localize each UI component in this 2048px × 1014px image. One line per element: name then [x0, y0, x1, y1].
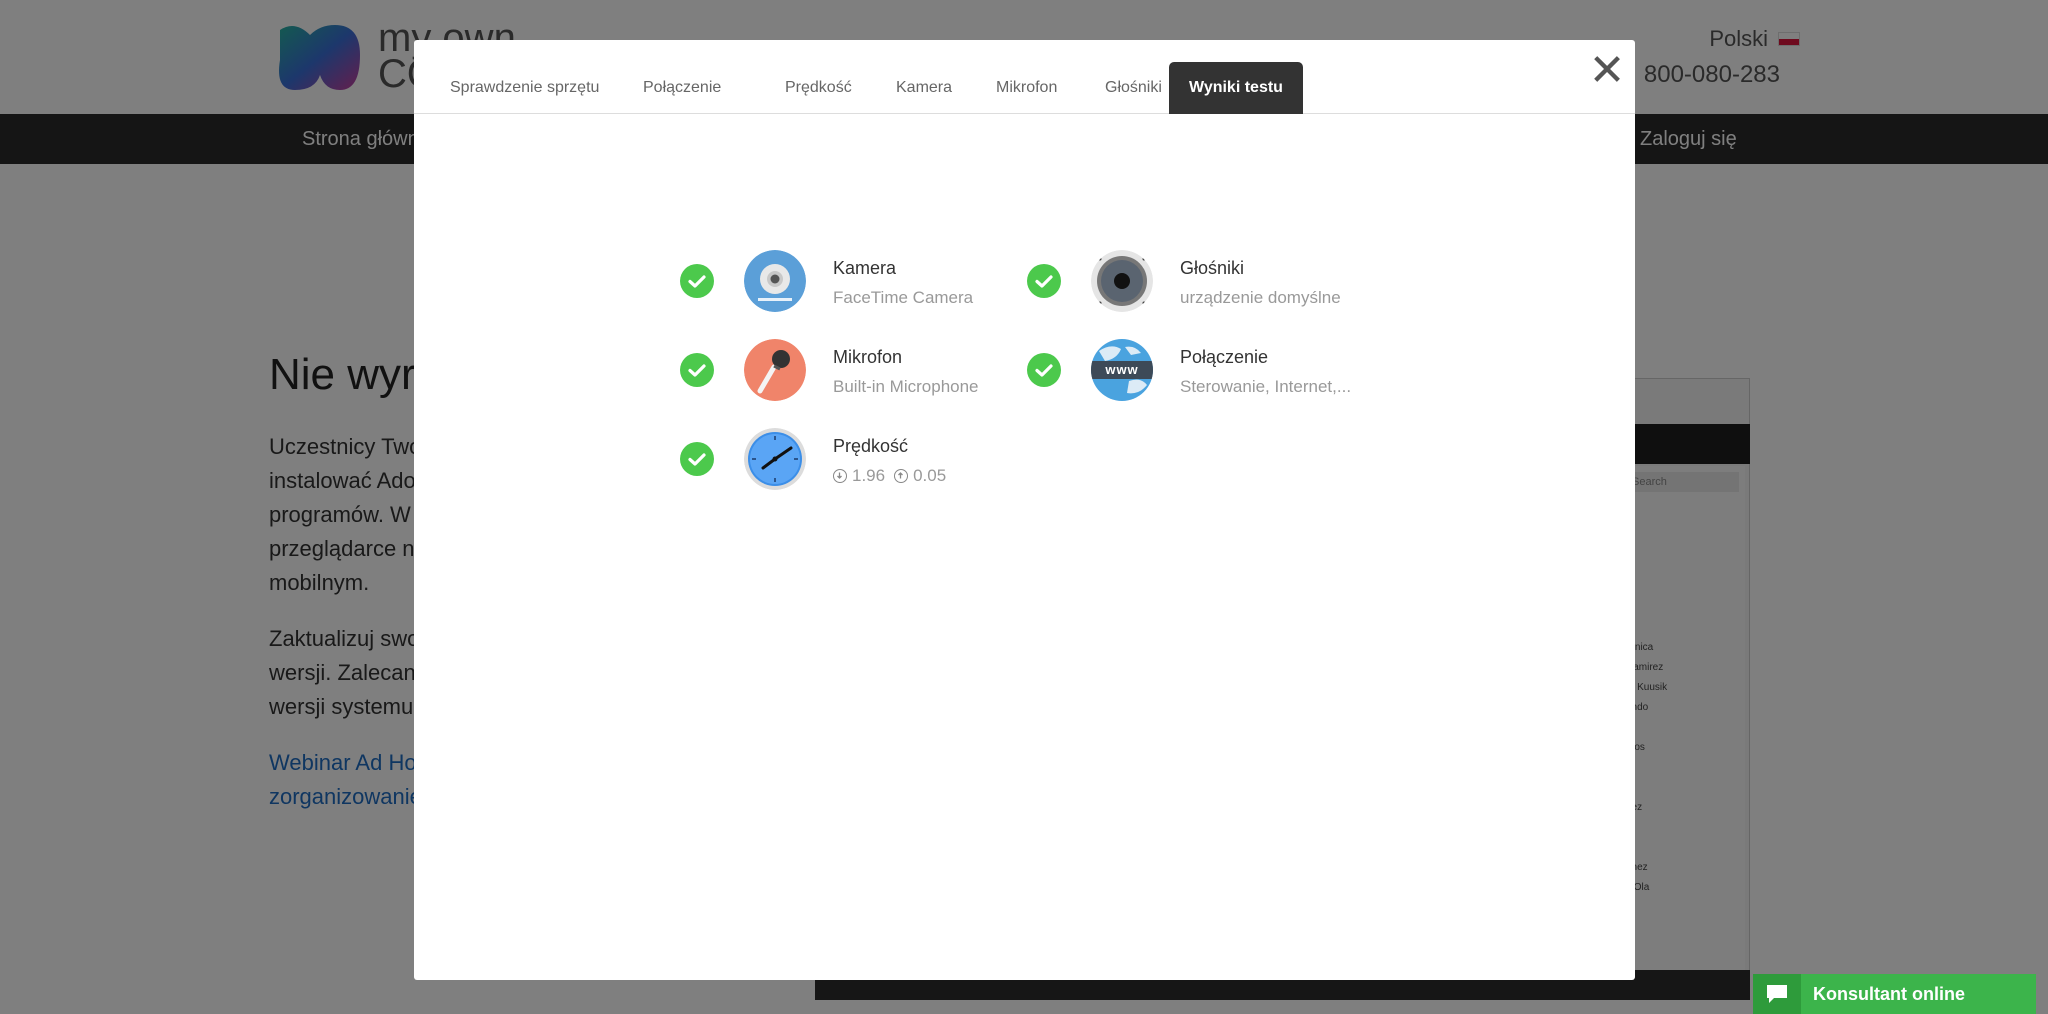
- webcam-icon: [744, 250, 806, 312]
- chat-label: Konsultant online: [1813, 983, 1965, 1004]
- check-icon: [680, 264, 714, 298]
- check-icon: [1027, 264, 1061, 298]
- speakers-device: urządzenie domyślne: [1180, 288, 1341, 307]
- connection-details: Sterowanie, Internet,...: [1180, 377, 1352, 396]
- tab-speed[interactable]: Prędkość: [765, 62, 872, 114]
- tab-camera[interactable]: Kamera: [876, 62, 972, 114]
- device-test-modal: Sprawdzenie sprzętu Połączenie Prędkość …: [414, 40, 1635, 980]
- tab-hardware-check[interactable]: Sprawdzenie sprzętu: [430, 62, 619, 114]
- tab-test-results[interactable]: Wyniki testu: [1169, 62, 1303, 114]
- result-camera: Kamera FaceTime Camera: [680, 246, 1020, 316]
- download-speed: 1.96: [852, 466, 886, 485]
- result-speed: Prędkość 1.96 0.05: [680, 424, 1020, 494]
- speakers-title: Głośniki: [1180, 258, 1245, 278]
- download-icon: [833, 469, 847, 483]
- result-connection: www Połączenie Sterowanie, Internet,...: [1027, 335, 1367, 405]
- chat-consultant-button[interactable]: Konsultant online: [1753, 974, 2036, 1014]
- upload-icon: [894, 469, 909, 483]
- chat-bubble-icon: [1753, 974, 1801, 1014]
- check-icon: [680, 353, 714, 387]
- check-icon: [680, 442, 714, 476]
- microphone-device: Built-in Microphone: [833, 377, 979, 396]
- close-icon[interactable]: ✕: [1586, 49, 1628, 93]
- modal-tabs: Sprawdzenie sprzętu Połączenie Prędkość …: [414, 40, 1635, 114]
- speaker-icon: [1091, 250, 1153, 312]
- result-microphone: Mikrofon Built-in Microphone: [680, 335, 1020, 405]
- speed-values: 1.96 0.05: [833, 466, 946, 486]
- speed-title: Prędkość: [833, 436, 909, 456]
- tab-speakers[interactable]: Głośniki: [1085, 62, 1182, 114]
- connection-title: Połączenie: [1180, 347, 1269, 367]
- check-icon: [1027, 353, 1061, 387]
- camera-device: FaceTime Camera: [833, 288, 974, 307]
- microphone-icon: [744, 339, 806, 401]
- upload-speed: 0.05: [913, 466, 947, 485]
- speedometer-icon: [744, 428, 806, 490]
- globe-www-icon: www: [1091, 339, 1153, 401]
- camera-title: Kamera: [833, 258, 897, 278]
- globe-www-label: www: [1105, 362, 1139, 377]
- tab-connection[interactable]: Połączenie: [623, 62, 741, 114]
- microphone-title: Mikrofon: [833, 347, 903, 367]
- result-speakers: Głośniki urządzenie domyślne: [1027, 246, 1367, 316]
- tab-microphone[interactable]: Mikrofon: [976, 62, 1077, 114]
